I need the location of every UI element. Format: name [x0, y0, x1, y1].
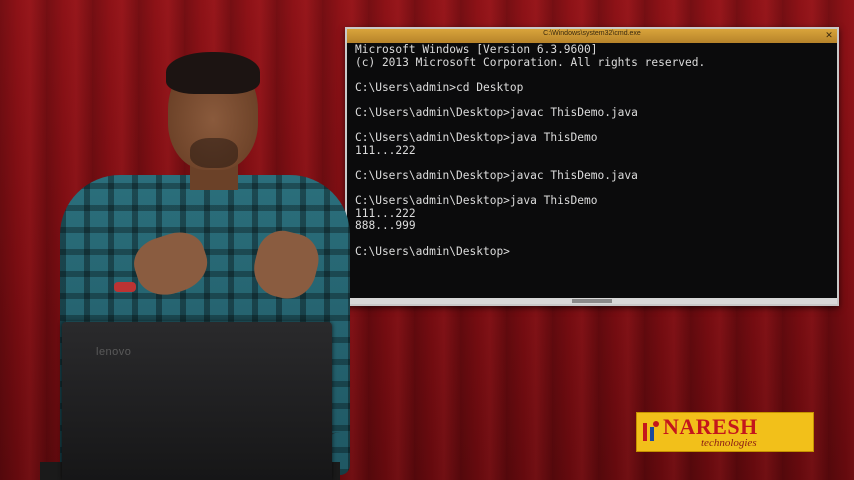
- wrist-band: [114, 282, 136, 292]
- terminal-line: (c) 2013 Microsoft Corporation. All righ…: [355, 55, 706, 69]
- scrollbar-thumb[interactable]: [572, 299, 612, 303]
- presenter-hair: [166, 52, 260, 94]
- horizontal-scrollbar[interactable]: [347, 298, 837, 304]
- terminal-output: Microsoft Windows [Version 6.3.9600] (c) …: [355, 44, 829, 294]
- terminal-line: C:\Users\admin\Desktop>java ThisDemo: [355, 194, 598, 208]
- terminal-line: Microsoft Windows [Version 6.3.9600]: [355, 44, 598, 56]
- brand-subtitle: technologies: [701, 437, 757, 449]
- terminal-line: C:\Users\admin\Desktop>javac ThisDemo.ja…: [355, 168, 638, 182]
- close-icon[interactable]: ✕: [824, 30, 834, 40]
- presenter-beard: [190, 138, 238, 168]
- terminal-line: C:\Users\admin\Desktop>javac ThisDemo.ja…: [355, 105, 638, 119]
- brand-logo: NARESH technologies: [636, 412, 814, 452]
- laptop-logo: lenovo: [96, 346, 132, 358]
- terminal-line: 888...999: [355, 219, 416, 233]
- terminal-line: C:\Users\admin\Desktop>: [355, 244, 510, 258]
- terminal-line: 111...222: [355, 143, 416, 157]
- brand-mark-icon: [643, 421, 659, 441]
- terminal-line: 111...222: [355, 206, 416, 220]
- laptop: lenovo: [62, 322, 332, 480]
- terminal-titlebar: C:\Windows\system32\cmd.exe ✕: [347, 29, 837, 43]
- terminal-line: C:\Users\admin\Desktop>java ThisDemo: [355, 131, 598, 145]
- projected-terminal-window: C:\Windows\system32\cmd.exe ✕ Microsoft …: [345, 27, 839, 306]
- terminal-title: C:\Windows\system32\cmd.exe: [543, 30, 641, 37]
- terminal-line: C:\Users\admin>cd Desktop: [355, 80, 524, 94]
